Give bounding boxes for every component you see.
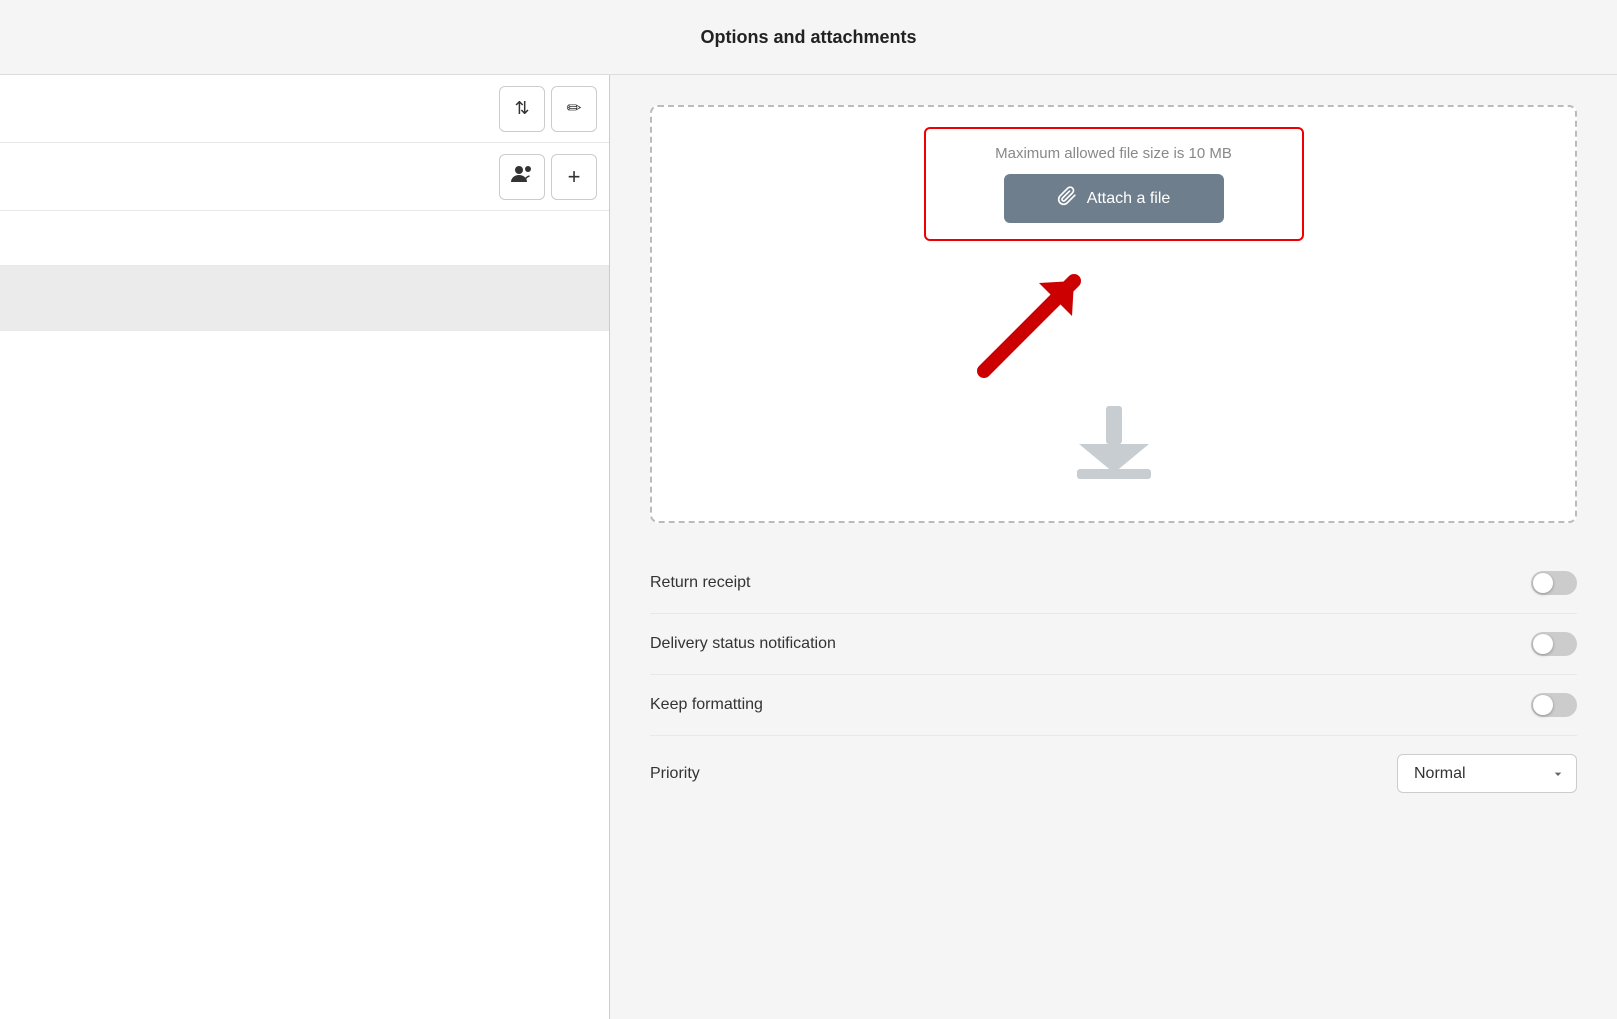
left-row-gray-1 bbox=[0, 266, 609, 331]
edit-icon: ✏ bbox=[566, 98, 581, 119]
attach-file-button[interactable]: Attach a file bbox=[1004, 174, 1224, 223]
options-section: Return receipt Delivery status notificat… bbox=[650, 553, 1577, 811]
left-row-1: ⇅ ✏ bbox=[0, 75, 609, 143]
option-row-priority: Priority Normal Low High bbox=[650, 736, 1577, 811]
header: Options and attachments bbox=[0, 0, 1617, 75]
left-panel: ⇅ ✏ bbox=[0, 75, 610, 1019]
file-size-text: Maximum allowed file size is 10 MB bbox=[995, 145, 1232, 162]
group-icon bbox=[511, 165, 533, 188]
drop-zone[interactable]: Maximum allowed file size is 10 MB Attac… bbox=[650, 105, 1577, 523]
option-row-delivery-status: Delivery status notification bbox=[650, 614, 1577, 675]
return-receipt-toggle[interactable] bbox=[1531, 571, 1577, 595]
group-button[interactable] bbox=[499, 154, 545, 200]
arrow-annotation bbox=[672, 251, 1555, 391]
edit-button[interactable]: ✏ bbox=[551, 86, 597, 132]
sort-button[interactable]: ⇅ bbox=[499, 86, 545, 132]
right-panel: Maximum allowed file size is 10 MB Attac… bbox=[610, 75, 1617, 1019]
main-layout: ⇅ ✏ bbox=[0, 75, 1617, 1019]
priority-label: Priority bbox=[650, 765, 700, 783]
sort-icon: ⇅ bbox=[514, 98, 529, 119]
left-row-2: + bbox=[0, 143, 609, 211]
add-button[interactable]: + bbox=[551, 154, 597, 200]
left-row-2-actions: + bbox=[499, 154, 597, 200]
keep-formatting-label: Keep formatting bbox=[650, 696, 763, 714]
attach-file-label: Attach a file bbox=[1087, 190, 1171, 208]
return-receipt-label: Return receipt bbox=[650, 574, 751, 592]
option-row-return-receipt: Return receipt bbox=[650, 553, 1577, 614]
paperclip-icon bbox=[1057, 186, 1077, 211]
red-arrow-svg bbox=[954, 251, 1154, 381]
delivery-status-label: Delivery status notification bbox=[650, 635, 836, 653]
download-icon bbox=[1069, 401, 1159, 481]
option-row-keep-formatting: Keep formatting bbox=[650, 675, 1577, 736]
download-icon-area bbox=[672, 391, 1555, 501]
priority-select[interactable]: Normal Low High bbox=[1397, 754, 1577, 793]
left-row-1-actions: ⇅ ✏ bbox=[499, 86, 597, 132]
add-icon: + bbox=[568, 164, 581, 190]
delivery-status-toggle[interactable] bbox=[1531, 632, 1577, 656]
left-row-empty-1 bbox=[0, 211, 609, 266]
attach-highlight-box: Maximum allowed file size is 10 MB Attac… bbox=[924, 127, 1304, 241]
page-title: Options and attachments bbox=[700, 27, 916, 48]
keep-formatting-toggle[interactable] bbox=[1531, 693, 1577, 717]
